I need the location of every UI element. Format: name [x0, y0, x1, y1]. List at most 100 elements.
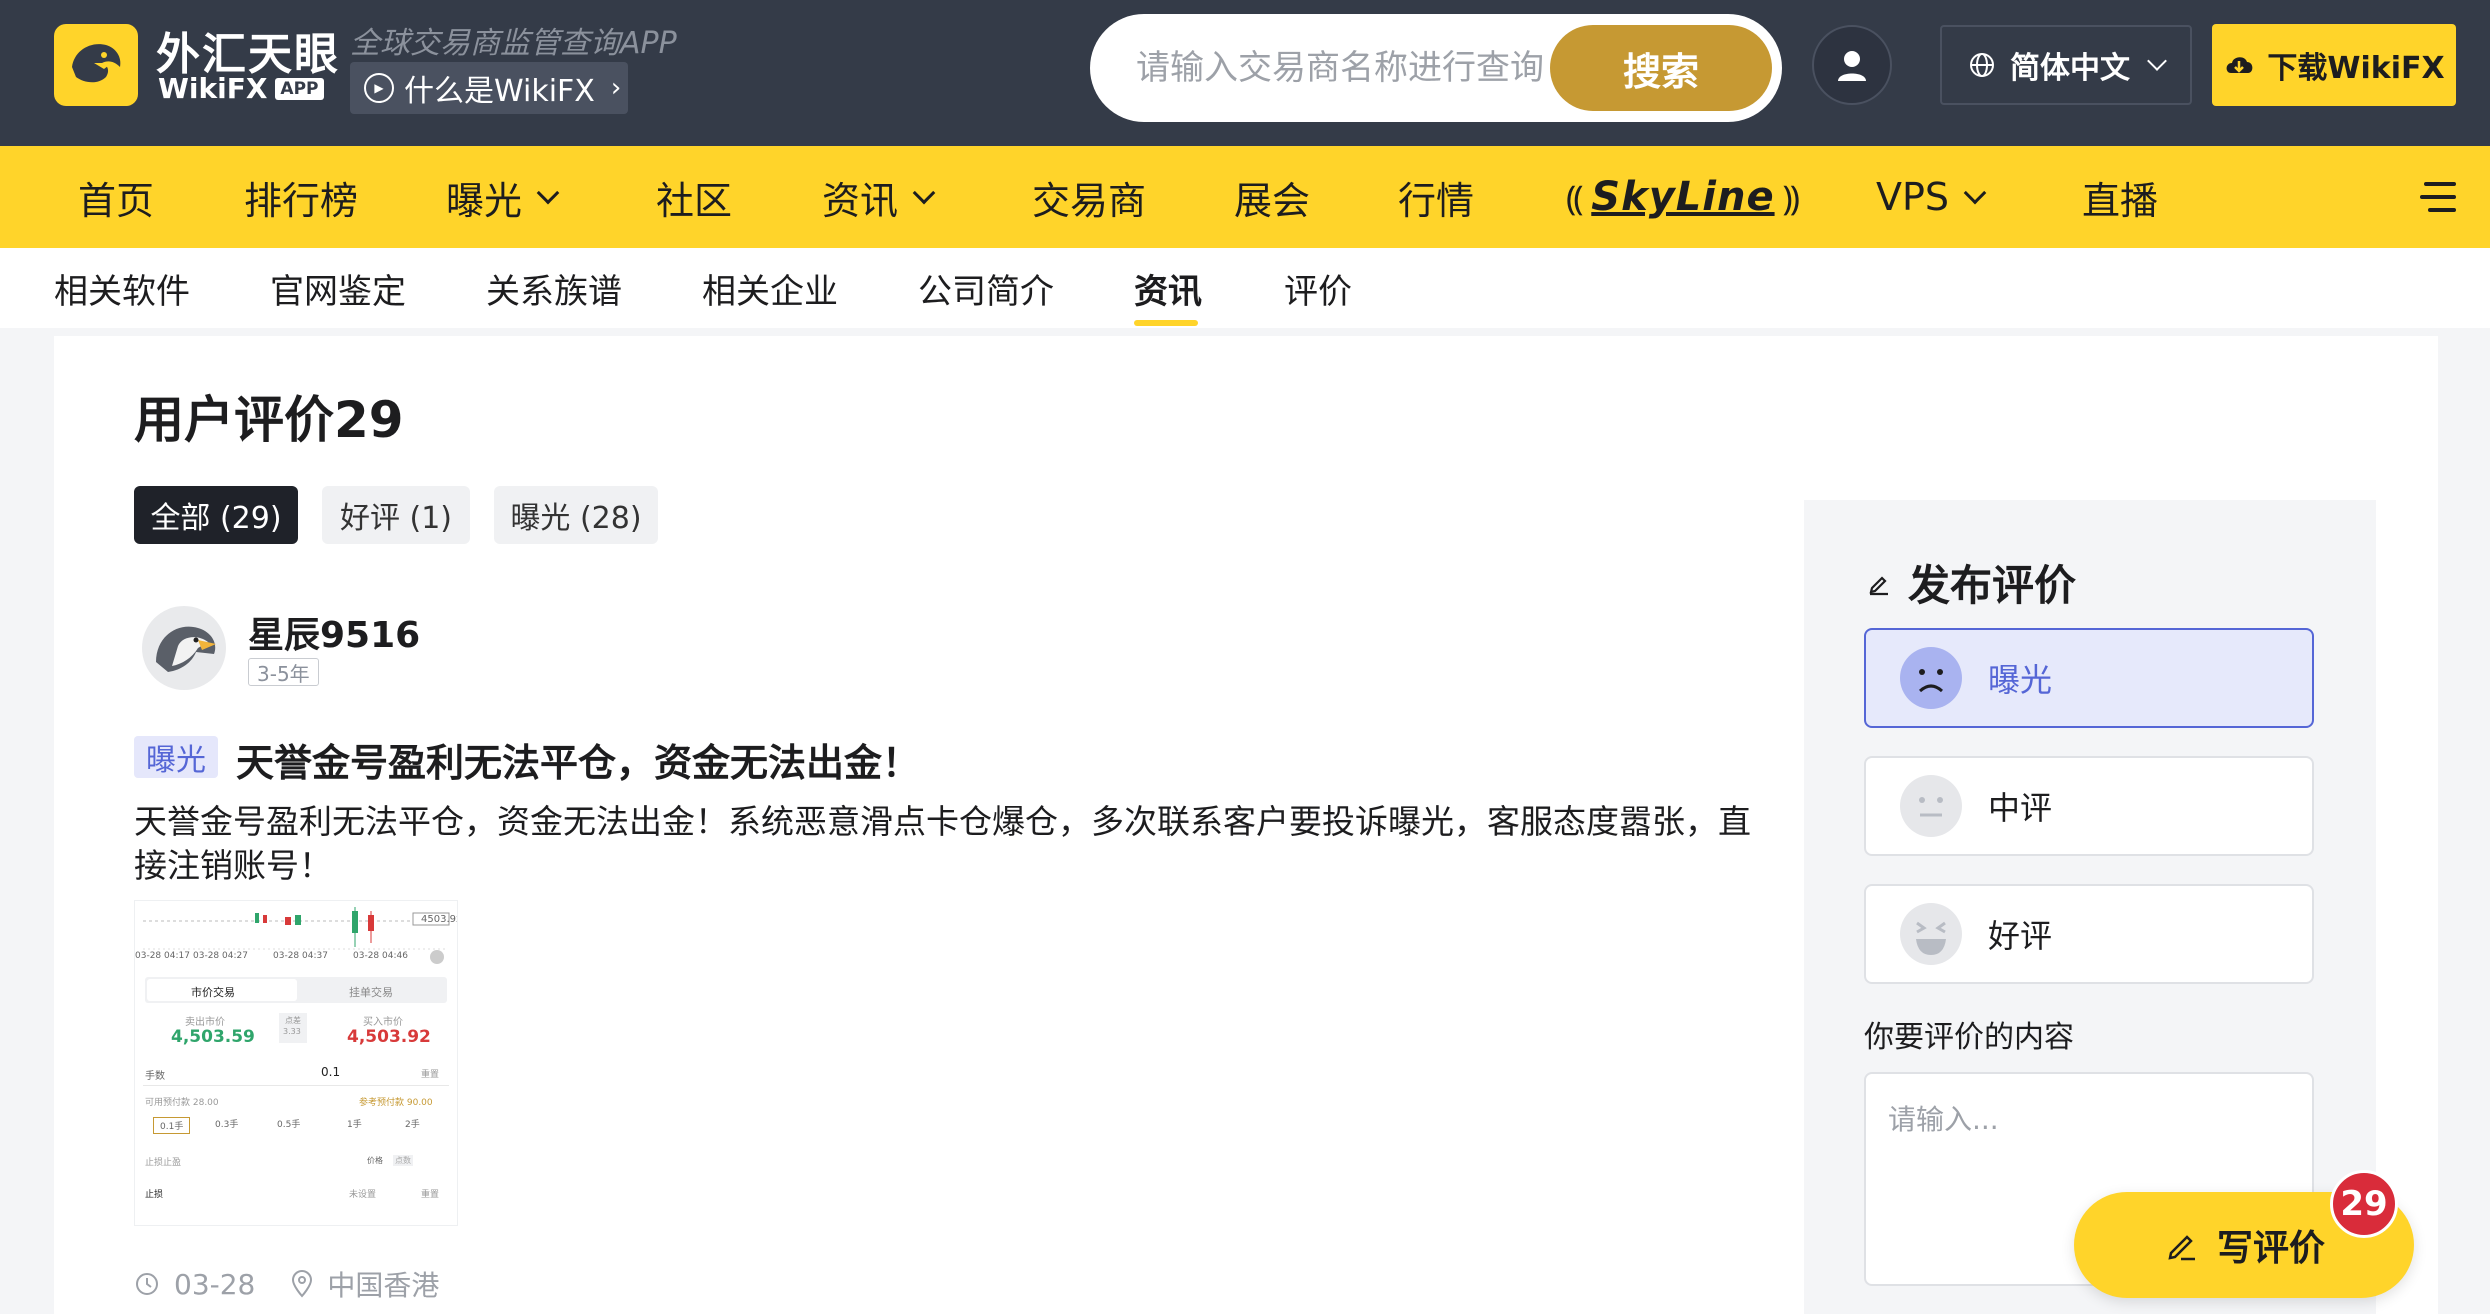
- eagle-avatar-icon: [156, 626, 216, 672]
- screenshot-price-tag: 4503.9x: [421, 914, 458, 925]
- user-account-button[interactable]: [1812, 25, 1892, 105]
- filter-positive-button[interactable]: 好评 (1): [322, 486, 470, 544]
- reviews-title: 用户评价29: [134, 391, 404, 449]
- screenshot-quick-lot: 0.5手: [277, 1120, 301, 1130]
- screenshot-quick-lot: 1手: [347, 1120, 362, 1130]
- search-button[interactable]: 搜索: [1550, 25, 1772, 111]
- chevron-down-icon: [1963, 181, 1987, 205]
- filter-all-button[interactable]: 全部 (29): [134, 486, 298, 544]
- screenshot-ref-label: 参考预付款 90.00: [359, 1098, 433, 1108]
- laurel-right-icon: ⸩: [1782, 179, 1800, 219]
- nav-item-home[interactable]: 首页: [78, 146, 154, 248]
- nav-item-label: 交易商: [1032, 178, 1147, 223]
- subnav-item-company-profile[interactable]: 公司简介: [918, 248, 1054, 328]
- user-icon: [1838, 51, 1866, 81]
- nav-item-brokers[interactable]: 交易商: [1032, 146, 1146, 248]
- search-input[interactable]: [1136, 42, 1616, 94]
- location-pin-icon: [292, 1270, 313, 1298]
- screenshot-buy-label: 买入市价: [363, 1017, 403, 1028]
- what-is-wikifx-button[interactable]: ▶ 什么是WikiFX ›: [350, 62, 628, 114]
- screenshot-price-mode: 价格: [367, 1156, 383, 1165]
- review-screenshot[interactable]: 4503.9x 03-28 04:17 03-28 04:27 03-28 04…: [134, 900, 458, 1226]
- subnav-item-reviews[interactable]: 评价: [1284, 248, 1352, 328]
- chevron-down-icon: [912, 181, 936, 205]
- review-meta: 03-28 中国香港: [134, 1264, 439, 1304]
- nav-item-exposure[interactable]: 曝光: [446, 146, 560, 248]
- nav-item-label: 直播: [2082, 178, 2159, 223]
- screenshot-unset-label: 未设置: [349, 1190, 377, 1200]
- logo-title-en[interactable]: WikiFX APP: [158, 72, 324, 105]
- screenshot-time-label: 03-28 04:46: [353, 951, 408, 961]
- screenshot-stop-loss-label: 止损: [145, 1190, 164, 1200]
- screenshot-time-label: 03-28 04:17: [135, 951, 190, 961]
- subnav-item-relations[interactable]: 关系族谱: [486, 248, 622, 328]
- logo-app-tag: APP: [275, 77, 324, 100]
- rating-option-neutral[interactable]: 中评: [1864, 756, 2314, 856]
- screenshot-sell-price: 4,503.59: [171, 1027, 255, 1047]
- nav-item-news[interactable]: 资讯: [822, 146, 936, 248]
- language-label: 简体中文: [2010, 51, 2130, 86]
- screenshot-tpsl-label: 止损止盈: [145, 1158, 182, 1168]
- rating-option-positive[interactable]: 好评: [1864, 884, 2314, 984]
- nav-item-label: 行情: [1398, 178, 1475, 223]
- slogan: 全球交易商监管查询APP: [350, 26, 677, 61]
- neutral-face-icon: [1900, 775, 1962, 837]
- filter-exposure-button[interactable]: 曝光 (28): [494, 486, 658, 544]
- avatar[interactable]: [142, 606, 226, 690]
- hamburger-menu-icon[interactable]: [2420, 182, 2456, 212]
- rating-option-exposure[interactable]: 曝光: [1864, 628, 2314, 728]
- chevron-down-icon: [536, 181, 560, 205]
- screenshot-buy-price: 4,503.92: [347, 1027, 431, 1047]
- subnav-item-related-companies[interactable]: 相关企业: [702, 248, 838, 328]
- nav-item-label: 曝光: [446, 178, 523, 223]
- skyline-logo: SkyLine: [1591, 174, 1775, 220]
- clock-icon: [136, 1273, 158, 1295]
- nav-item-vps[interactable]: VPS: [1876, 146, 1987, 248]
- play-icon: ▶: [364, 73, 394, 103]
- rating-option-label: 中评: [1988, 789, 2053, 827]
- download-app-button[interactable]: 下载WikiFX: [2212, 24, 2456, 106]
- subnav-item-website-check[interactable]: 官网鉴定: [270, 248, 406, 328]
- nav-item-label: 展会: [1234, 178, 1311, 223]
- sub-navigation: 相关软件 官网鉴定 关系族谱 相关企业 公司简介 资讯 评价: [0, 248, 2490, 328]
- nav-item-market[interactable]: 行情: [1398, 146, 1474, 248]
- top-header: 外汇天眼 WikiFX APP 全球交易商监管查询APP ▶ 什么是WikiFX…: [0, 0, 2490, 146]
- rating-option-label: 好评: [1988, 917, 2053, 955]
- chevron-right-icon: ›: [610, 73, 622, 103]
- nav-item-live[interactable]: 直播: [2082, 146, 2158, 248]
- screenshot-reset-label: 重置: [421, 1190, 440, 1200]
- nav-item-expo[interactable]: 展会: [1234, 146, 1310, 248]
- nav-item-label: 社区: [656, 178, 733, 223]
- subnav-item-news[interactable]: 资讯: [1134, 248, 1202, 328]
- language-selector[interactable]: 简体中文: [1940, 25, 2192, 105]
- review-date: 03-28: [174, 1267, 256, 1301]
- screenshot-quick-lot: 2手: [405, 1120, 420, 1130]
- active-tab-indicator: [1134, 320, 1198, 326]
- screenshot-points-mode: 点数: [393, 1155, 413, 1166]
- review-count-badge: 29: [2330, 1170, 2398, 1238]
- main-navigation: 首页 排行榜 曝光 社区 资讯 交易商 展会 行情 ⸨ SkyLine ⸩ VP…: [0, 146, 2490, 248]
- screenshot-lots-label: 手数: [145, 1071, 165, 1082]
- eagle-logo-icon[interactable]: [54, 24, 138, 106]
- nav-item-label: 资讯: [822, 178, 899, 223]
- review-username[interactable]: 星辰9516: [248, 606, 420, 658]
- post-review-title: 发布评价: [1866, 552, 2076, 613]
- screenshot-sell-label: 卖出市价: [185, 1017, 225, 1028]
- download-label: 下载WikiFX: [2267, 51, 2445, 86]
- search-bar: 搜索: [1090, 14, 1782, 122]
- nav-item-community[interactable]: 社区: [656, 146, 732, 248]
- screenshot-tab-market: 市价交易: [191, 986, 235, 999]
- nav-item-ranking[interactable]: 排行榜: [244, 146, 358, 248]
- exposure-tag: 曝光: [134, 736, 218, 778]
- what-is-label: 什么是WikiFX: [404, 74, 595, 109]
- subnav-item-software[interactable]: 相关软件: [54, 248, 190, 328]
- screenshot-divider: [143, 1085, 449, 1086]
- screenshot-time-label: 03-28 04:37: [273, 951, 328, 961]
- screenshot-spread-value: 3.33: [283, 1027, 301, 1036]
- nav-item-skyline[interactable]: ⸨ SkyLine ⸩: [1566, 146, 1800, 248]
- review-location: 中国香港: [327, 1269, 440, 1302]
- nav-item-label: VPS: [1876, 175, 1950, 219]
- review-title[interactable]: 天誉金号盈利无法平仓，资金无法出金！: [236, 732, 920, 787]
- sad-face-icon: [1900, 647, 1962, 709]
- pencil-icon: [1869, 575, 1888, 595]
